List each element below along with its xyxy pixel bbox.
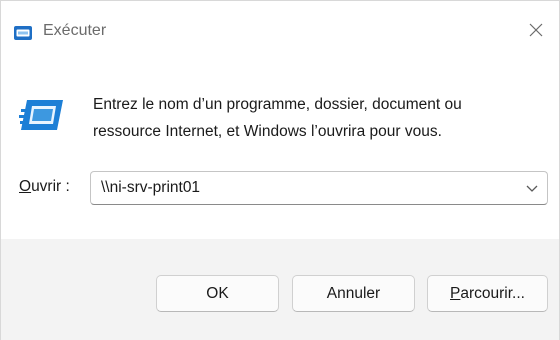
button-bar: OK Annuler Parcourir... xyxy=(1,239,559,340)
close-button[interactable] xyxy=(513,1,559,63)
chevron-down-icon[interactable] xyxy=(525,181,539,195)
close-icon xyxy=(528,22,544,43)
run-large-icon xyxy=(19,97,65,133)
description-line-2: ressource Internet, et Windows l’ouvrira… xyxy=(93,123,442,140)
browse-button[interactable]: Parcourir... xyxy=(427,275,548,312)
ok-button[interactable]: OK xyxy=(156,275,279,312)
description-text: Entrez le nom d’un programme, dossier, d… xyxy=(93,91,533,145)
cancel-button[interactable]: Annuler xyxy=(292,275,415,312)
browse-label: arcourir... xyxy=(460,284,525,302)
open-combobox[interactable]: \\ni-srv-print01 xyxy=(90,171,548,205)
run-icon xyxy=(13,25,33,41)
run-dialog: Exécuter Entrez le nom d’un programme, d… xyxy=(0,0,560,340)
open-label-accelerator: O xyxy=(19,178,32,195)
browse-accelerator: P xyxy=(450,284,461,302)
open-label-text: uvrir : xyxy=(31,178,70,195)
open-input[interactable]: \\ni-srv-print01 xyxy=(101,172,501,204)
description-line-1: Entrez le nom d’un programme, dossier, d… xyxy=(93,96,462,113)
open-label: Ouvrir : xyxy=(19,178,70,196)
window-title: Exécuter xyxy=(43,22,107,39)
title-bar[interactable]: Exécuter xyxy=(1,1,559,63)
